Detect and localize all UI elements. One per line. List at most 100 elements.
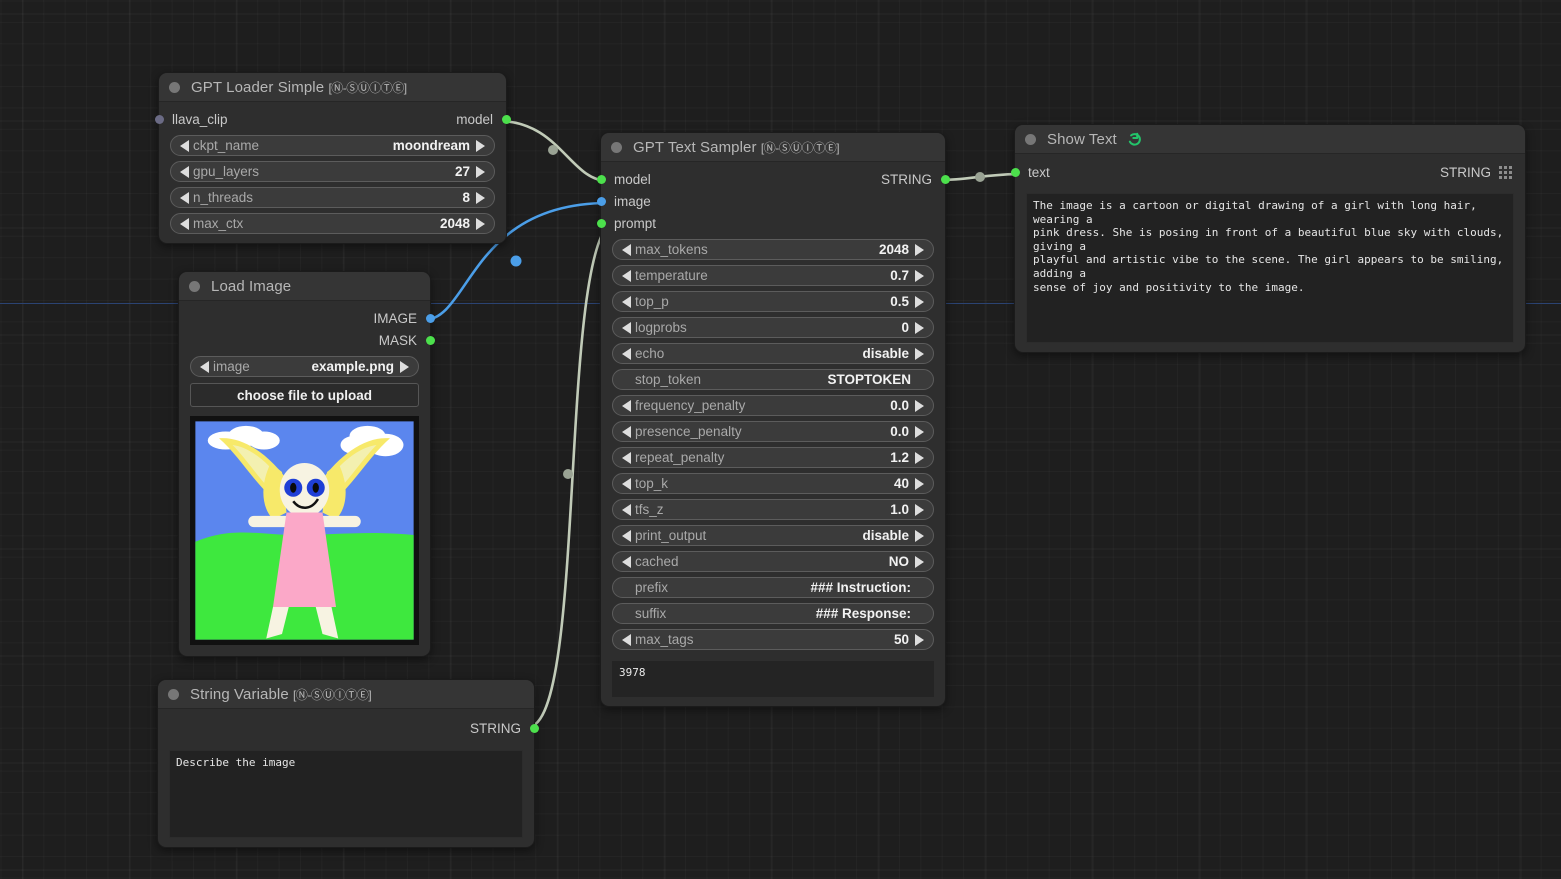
widget-echo[interactable]: echo disable: [612, 343, 934, 364]
increment-arrow-icon[interactable]: [476, 217, 485, 230]
widget-top-k[interactable]: top_k 40: [612, 473, 934, 494]
refresh-icon[interactable]: [1126, 131, 1143, 148]
decrement-arrow-icon[interactable]: [622, 633, 631, 646]
increment-arrow-icon[interactable]: [915, 529, 924, 542]
decrement-arrow-icon[interactable]: [622, 477, 631, 490]
widget-max-tokens[interactable]: max_tokens 2048: [612, 239, 934, 260]
widget-temperature[interactable]: temperature 0.7: [612, 265, 934, 286]
widget-cached[interactable]: cached NO: [612, 551, 934, 572]
increment-arrow-icon[interactable]: [915, 295, 924, 308]
decrement-arrow-icon[interactable]: [622, 269, 631, 282]
input-dot-icon[interactable]: [596, 196, 606, 206]
widget-max-ctx[interactable]: max_ctx 2048: [170, 213, 495, 234]
output-dot-icon[interactable]: [529, 723, 539, 733]
widget-suffix[interactable]: suffix ### Response:: [612, 603, 934, 624]
increment-arrow-icon[interactable]: [915, 633, 924, 646]
collapse-dot-icon[interactable]: [189, 280, 200, 292]
output-dot-icon[interactable]: [425, 335, 435, 345]
decrement-arrow-icon[interactable]: [200, 360, 209, 373]
slot-image-output[interactable]: IMAGE: [179, 307, 435, 329]
decrement-arrow-icon[interactable]: [180, 139, 189, 152]
decrement-arrow-icon[interactable]: [622, 295, 631, 308]
widget-n-threads[interactable]: n_threads 8: [170, 187, 495, 208]
node-header[interactable]: String Variable [Ⓝ-ⓈⓊⒾⓉⒺ]: [158, 680, 534, 709]
decrement-arrow-icon[interactable]: [622, 243, 631, 256]
input-dot-icon[interactable]: [154, 114, 164, 124]
widget-stop-token[interactable]: stop_token STOPTOKEN: [612, 369, 934, 390]
node-load-image[interactable]: Load Image IMAGE MASK image example.png …: [178, 271, 435, 657]
increment-arrow-icon[interactable]: [400, 360, 409, 373]
increment-arrow-icon[interactable]: [915, 425, 924, 438]
decrement-arrow-icon[interactable]: [180, 191, 189, 204]
grid-dots-icon[interactable]: [1499, 165, 1512, 179]
collapse-dot-icon[interactable]: [169, 81, 180, 93]
slot-label: image: [614, 193, 651, 209]
widget-max-tags[interactable]: max_tags 50: [612, 629, 934, 650]
slot-text-input[interactable]: text STRING: [1010, 160, 1525, 184]
slot-string-output[interactable]: STRING: [158, 715, 539, 741]
increment-arrow-icon[interactable]: [476, 165, 485, 178]
widget-value: NO: [888, 554, 909, 569]
increment-arrow-icon[interactable]: [915, 321, 924, 334]
slot-mask-output[interactable]: MASK: [179, 329, 435, 351]
node-header[interactable]: Show Text: [1015, 125, 1525, 154]
node-header[interactable]: Load Image: [179, 272, 430, 301]
decrement-arrow-icon[interactable]: [180, 165, 189, 178]
collapse-dot-icon[interactable]: [168, 688, 179, 700]
increment-arrow-icon[interactable]: [476, 191, 485, 204]
node-header[interactable]: GPT Loader Simple [Ⓝ-ⓈⓊⒾⓉⒺ]: [159, 73, 506, 102]
output-dot-icon[interactable]: [501, 114, 511, 124]
widget-label: gpu_layers: [193, 164, 260, 179]
widget-tfs-z[interactable]: tfs_z 1.0: [612, 499, 934, 520]
input-dot-icon[interactable]: [596, 174, 606, 184]
decrement-arrow-icon[interactable]: [622, 399, 631, 412]
slot-image-input[interactable]: image: [596, 190, 945, 212]
slot-model-input[interactable]: model STRING: [596, 168, 950, 190]
decrement-arrow-icon[interactable]: [622, 555, 631, 568]
widget-logprobs[interactable]: logprobs 0: [612, 317, 934, 338]
node-gpt-text-sampler[interactable]: GPT Text Sampler [Ⓝ-ⓈⓊⒾⓉⒺ] model STRING …: [596, 132, 950, 707]
increment-arrow-icon[interactable]: [915, 243, 924, 256]
widget-repeat-penalty[interactable]: repeat_penalty 1.2: [612, 447, 934, 468]
widget-label: cached: [635, 554, 679, 569]
decrement-arrow-icon[interactable]: [180, 217, 189, 230]
input-dot-icon[interactable]: [1010, 167, 1020, 177]
decrement-arrow-icon[interactable]: [622, 451, 631, 464]
node-header[interactable]: GPT Text Sampler [Ⓝ-ⓈⓊⒾⓉⒺ]: [601, 133, 945, 162]
widget-image[interactable]: image example.png: [190, 356, 419, 377]
increment-arrow-icon[interactable]: [915, 503, 924, 516]
string-value-textarea[interactable]: Describe the image: [169, 750, 523, 838]
slot-llava-clip[interactable]: llava_clip model: [154, 108, 511, 130]
widget-frequency-penalty[interactable]: frequency_penalty 0.0: [612, 395, 934, 416]
decrement-arrow-icon[interactable]: [622, 529, 631, 542]
show-text-output-textarea[interactable]: The image is a cartoon or digital drawin…: [1026, 193, 1514, 343]
input-dot-icon[interactable]: [596, 218, 606, 228]
decrement-arrow-icon[interactable]: [622, 347, 631, 360]
increment-arrow-icon[interactable]: [915, 269, 924, 282]
collapse-dot-icon[interactable]: [611, 141, 622, 153]
increment-arrow-icon[interactable]: [915, 555, 924, 568]
widget-print-output[interactable]: print_output disable: [612, 525, 934, 546]
output-dot-icon[interactable]: [940, 174, 950, 184]
widget-value: moondream: [392, 138, 470, 153]
choose-file-to-upload-button[interactable]: choose file to upload: [190, 383, 419, 407]
node-string-variable[interactable]: String Variable [Ⓝ-ⓈⓊⒾⓉⒺ] STRING Describ…: [157, 679, 539, 848]
output-dot-icon[interactable]: [425, 313, 435, 323]
decrement-arrow-icon[interactable]: [622, 503, 631, 516]
widget-gpu-layers[interactable]: gpu_layers 27: [170, 161, 495, 182]
widget-top-p[interactable]: top_p 0.5: [612, 291, 934, 312]
widget-presence-penalty[interactable]: presence_penalty 0.0: [612, 421, 934, 442]
decrement-arrow-icon[interactable]: [622, 321, 631, 334]
widget-prefix[interactable]: prefix ### Instruction:: [612, 577, 934, 598]
node-show-text[interactable]: Show Text text STRING The image is a car…: [1010, 124, 1526, 353]
increment-arrow-icon[interactable]: [476, 139, 485, 152]
node-gpt-loader-simple[interactable]: GPT Loader Simple [Ⓝ-ⓈⓊⒾⓉⒺ] llava_clip m…: [154, 72, 511, 244]
decrement-arrow-icon[interactable]: [622, 425, 631, 438]
slot-prompt-input[interactable]: prompt: [596, 212, 945, 234]
widget-ckpt-name[interactable]: ckpt_name moondream: [170, 135, 495, 156]
increment-arrow-icon[interactable]: [915, 451, 924, 464]
increment-arrow-icon[interactable]: [915, 399, 924, 412]
increment-arrow-icon[interactable]: [915, 347, 924, 360]
collapse-dot-icon[interactable]: [1025, 133, 1036, 145]
increment-arrow-icon[interactable]: [915, 477, 924, 490]
